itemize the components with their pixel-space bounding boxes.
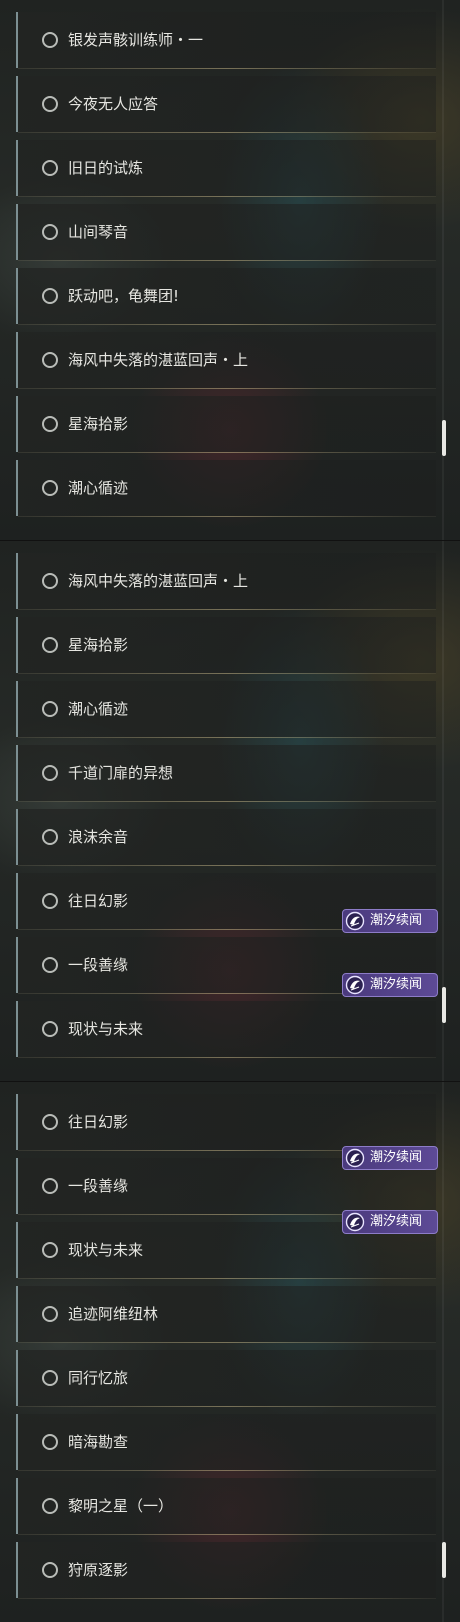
badge-label: 潮汐续闻	[370, 1150, 423, 1165]
quest-item[interactable]: 今夜无人应答	[16, 76, 436, 133]
badge-label: 潮汐续闻	[370, 1214, 423, 1229]
quest-title: 千道门扉的异想	[68, 764, 174, 782]
quest-item[interactable]: 星海拾影	[16, 617, 436, 674]
quest-item[interactable]: 山间琴音	[16, 204, 436, 261]
circle-outline-icon	[42, 1242, 58, 1258]
quest-item[interactable]: 同行忆旅	[16, 1350, 436, 1407]
circle-outline-icon	[42, 96, 58, 112]
quest-title: 往日幻影	[68, 892, 129, 910]
quest-item[interactable]: 追迹阿维纽林	[16, 1286, 436, 1343]
circle-outline-icon	[42, 893, 58, 909]
quest-item[interactable]: 千道门扉的异想	[16, 745, 436, 802]
circle-outline-icon	[42, 573, 58, 589]
tide-emblem-icon	[345, 911, 365, 931]
quest-title: 银发声骸训练师・一	[68, 31, 204, 49]
quest-item[interactable]: 旧日的试炼	[16, 140, 436, 197]
quest-list-panel-2: 海风中失落的湛蓝回声・上 星海拾影 潮心循迹 千道门扉的异想 浪沫余音 往日幻影…	[0, 540, 460, 1081]
tide-emblem-icon	[345, 1148, 365, 1168]
quest-title: 星海拾影	[68, 636, 129, 654]
quest-title: 浪沫余音	[68, 828, 129, 846]
circle-outline-icon	[42, 416, 58, 432]
quest-title: 海风中失落的湛蓝回声・上	[68, 572, 249, 590]
circle-outline-icon	[42, 1306, 58, 1322]
quest-item[interactable]: 潮心循迹	[16, 681, 436, 738]
quest-item[interactable]: 潮心循迹	[16, 460, 436, 517]
scrollbar-track[interactable]	[442, 0, 444, 540]
quest-title: 往日幻影	[68, 1113, 129, 1131]
quest-item[interactable]: 黎明之星（一）	[16, 1478, 436, 1535]
quest-item[interactable]: 海风中失落的湛蓝回声・上	[16, 553, 436, 610]
quest-title: 今夜无人应答	[68, 95, 159, 113]
quest-title: 跃动吧，龟舞团!	[68, 287, 180, 305]
circle-outline-icon	[42, 1021, 58, 1037]
quest-item[interactable]: 往日幻影	[16, 1094, 436, 1151]
circle-outline-icon	[42, 1370, 58, 1386]
circle-outline-icon	[42, 288, 58, 304]
quest-item[interactable]: 跃动吧，龟舞团!	[16, 268, 436, 325]
circle-outline-icon	[42, 480, 58, 496]
quest-title: 山间琴音	[68, 223, 129, 241]
circle-outline-icon	[42, 957, 58, 973]
quest-item[interactable]: 暗海勘查	[16, 1414, 436, 1471]
circle-outline-icon	[42, 829, 58, 845]
quest-title: 黎明之星（一）	[68, 1497, 174, 1515]
scrollbar-thumb[interactable]	[442, 987, 446, 1023]
circle-outline-icon	[42, 1178, 58, 1194]
quest-title: 海风中失落的湛蓝回声・上	[68, 351, 249, 369]
circle-outline-icon	[42, 224, 58, 240]
quest-title: 追迹阿维纽林	[68, 1305, 159, 1323]
circle-outline-icon	[42, 160, 58, 176]
badge-label: 潮汐续闻	[370, 913, 423, 928]
circle-outline-icon	[42, 1498, 58, 1514]
quest-title: 潮心循迹	[68, 700, 129, 718]
scrollbar-track[interactable]	[442, 1082, 444, 1622]
circle-outline-icon	[42, 1114, 58, 1130]
scrollbar-thumb[interactable]	[442, 420, 446, 456]
tide-emblem-icon	[345, 975, 365, 995]
quest-title: 同行忆旅	[68, 1369, 129, 1387]
quest-item[interactable]: 现状与未来	[16, 1001, 436, 1058]
quest-title: 一段善缘	[68, 1177, 129, 1195]
quest-title: 现状与未来	[68, 1020, 144, 1038]
circle-outline-icon	[42, 32, 58, 48]
quest-title: 现状与未来	[68, 1241, 144, 1259]
quest-item[interactable]: 海风中失落的湛蓝回声・上	[16, 332, 436, 389]
tide-story-badge: 潮汐续闻	[342, 909, 438, 933]
circle-outline-icon	[42, 1562, 58, 1578]
quest-list-panel-1: 银发声骸训练师・一 今夜无人应答 旧日的试炼 山间琴音 跃动吧，龟舞团! 海风中…	[0, 0, 460, 540]
tide-story-badge: 潮汐续闻	[342, 1210, 438, 1234]
quest-title: 一段善缘	[68, 956, 129, 974]
quest-item[interactable]: 银发声骸训练师・一	[16, 12, 436, 69]
circle-outline-icon	[42, 637, 58, 653]
quest-title: 潮心循迹	[68, 479, 129, 497]
scrollbar-thumb[interactable]	[442, 1542, 446, 1578]
tide-story-badge: 潮汐续闻	[342, 1146, 438, 1170]
quest-title: 暗海勘查	[68, 1433, 129, 1451]
tide-story-badge: 潮汐续闻	[342, 973, 438, 997]
circle-outline-icon	[42, 701, 58, 717]
quest-item[interactable]: 星海拾影	[16, 396, 436, 453]
quest-item[interactable]: 浪沫余音	[16, 809, 436, 866]
quest-item[interactable]: 狩原逐影	[16, 1542, 436, 1599]
quest-title: 旧日的试炼	[68, 159, 144, 177]
tide-emblem-icon	[345, 1212, 365, 1232]
badge-label: 潮汐续闻	[370, 977, 423, 992]
circle-outline-icon	[42, 765, 58, 781]
quest-list-panel-3: 往日幻影 一段善缘 现状与未来 追迹阿维纽林 同行忆旅 暗海勘查 黎明之星（一）…	[0, 1081, 460, 1622]
quest-title: 狩原逐影	[68, 1561, 129, 1579]
circle-outline-icon	[42, 352, 58, 368]
quest-title: 星海拾影	[68, 415, 129, 433]
circle-outline-icon	[42, 1434, 58, 1450]
